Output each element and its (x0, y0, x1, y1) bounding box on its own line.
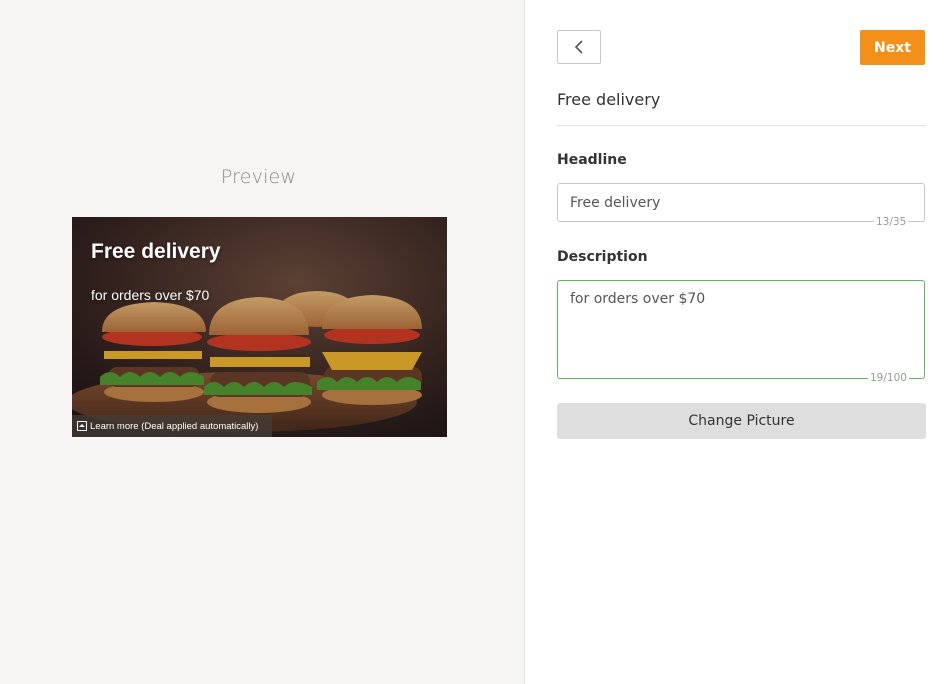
headline-input[interactable]: Free delivery (557, 183, 925, 222)
ad-headline: Free delivery (91, 240, 221, 263)
ad-description: for orders over $70 (91, 287, 210, 303)
headline-counter: 13/35 (874, 216, 909, 228)
page-title: Free delivery (557, 90, 661, 109)
preview-pane: Preview Free delivery for orders over $7… (0, 0, 525, 684)
change-picture-button[interactable]: Change Picture (557, 403, 926, 439)
description-label: Description (557, 249, 648, 265)
expand-up-icon (77, 421, 87, 431)
description-counter: 19/100 (868, 372, 909, 384)
editor-pane: Next Free delivery Headline Free deliver… (525, 0, 951, 684)
learn-more-link[interactable]: Learn more (Deal applied automatically) (72, 415, 272, 437)
preview-title: Preview (220, 166, 297, 188)
learn-more-label: Learn more (Deal applied automatically) (90, 420, 259, 432)
next-button[interactable]: Next (860, 30, 925, 65)
chevron-left-icon (574, 40, 583, 54)
back-button[interactable] (557, 30, 601, 64)
description-textarea[interactable]: for orders over $70 (557, 280, 925, 379)
headline-label: Headline (557, 152, 627, 168)
ad-preview-card: Free delivery for orders over $70 Learn … (72, 217, 447, 437)
divider (557, 125, 926, 126)
